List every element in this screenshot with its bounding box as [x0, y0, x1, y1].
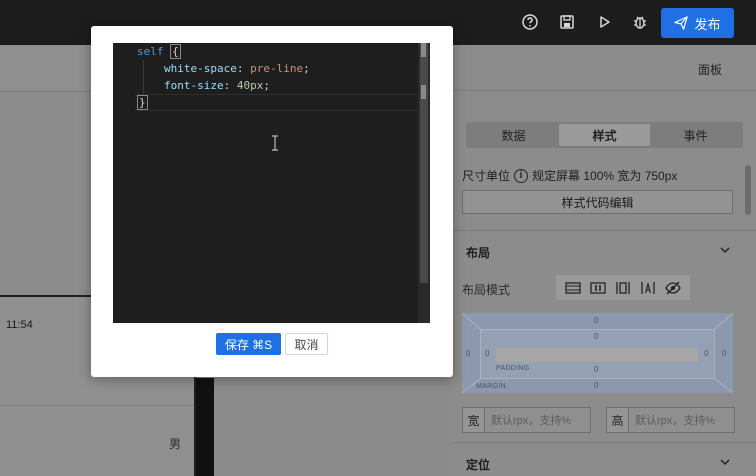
tab-events[interactable]: 事件 — [650, 124, 741, 146]
code-brace-close: } — [137, 95, 148, 110]
padding-bottom-value[interactable]: 0 — [594, 365, 598, 374]
play-icon[interactable] — [594, 12, 614, 32]
layout-section-header[interactable]: 布局 — [452, 230, 756, 270]
layout-mode-selector — [556, 275, 690, 300]
code-val-2: 40px — [236, 79, 264, 92]
bug-icon[interactable] — [630, 12, 650, 32]
margin-label: MARGIN — [476, 383, 506, 390]
style-code-modal: self { white-space: pre-line; font-size:… — [91, 26, 453, 377]
phone-gender-value: 男 — [169, 437, 182, 451]
margin-top-value[interactable]: 0 — [594, 316, 598, 325]
code-line-3: font-size: 40px; — [164, 79, 270, 92]
code-editor[interactable]: self { white-space: pre-line; font-size:… — [113, 43, 430, 323]
code-line-4: } — [137, 94, 148, 111]
hidden-eye-icon[interactable] — [664, 280, 682, 296]
size-unit-label: 尺寸单位 — [462, 169, 511, 183]
code-prop-1: white-space — [164, 62, 237, 75]
style-code-edit-button[interactable]: 样式代码编辑 — [462, 190, 733, 214]
padding-right-value[interactable]: 0 — [704, 349, 708, 358]
indent-guide — [143, 60, 144, 94]
height-label: 高 — [607, 408, 629, 432]
current-line-highlight — [135, 94, 418, 111]
editor-scroll-marker — [421, 85, 426, 99]
code-val-1: pre-line — [250, 62, 304, 75]
flex-column-icon[interactable] — [614, 280, 632, 296]
chevron-down-icon — [720, 247, 730, 254]
help-icon[interactable] — [520, 12, 540, 32]
padding-label: PADDING — [496, 365, 530, 372]
flex-row-icon[interactable] — [589, 280, 607, 296]
padding-left-value[interactable]: 0 — [485, 349, 489, 358]
editor-scrollbar[interactable] — [418, 43, 430, 323]
chevron-down-icon — [720, 459, 730, 466]
width-placeholder: 默认rpx，支持% — [491, 415, 572, 427]
panel-scrollbar[interactable] — [745, 165, 751, 215]
text-cursor-icon — [272, 135, 278, 151]
editor-scroll-marker — [421, 43, 426, 57]
cancel-button[interactable]: 取消 — [285, 333, 328, 355]
publish-button[interactable]: 发布 — [661, 8, 734, 38]
code-selector: self — [137, 45, 164, 58]
size-unit-value: 规定屏幕 100% 宽为 750px — [532, 169, 678, 183]
position-section-title: 定位 — [466, 458, 491, 472]
publish-label: 发布 — [694, 16, 721, 32]
right-properties-panel: 面板 数据 样式 事件 尺寸单位 i 规定屏幕 100% 宽为 750px 样式… — [452, 45, 756, 476]
width-label: 宽 — [463, 408, 485, 432]
info-icon[interactable]: i — [514, 168, 529, 183]
padding-top-value[interactable]: 0 — [594, 332, 598, 341]
height-input[interactable]: 高 默认rpx，支持% — [606, 407, 735, 433]
property-tabs: 数据 样式 事件 — [466, 122, 743, 148]
layout-section-title: 布局 — [466, 246, 491, 260]
save-icon[interactable] — [557, 12, 577, 32]
tab-style[interactable]: 样式 — [559, 124, 650, 146]
panel-label[interactable]: 面板 — [698, 61, 722, 78]
code-brace-open: { — [170, 44, 181, 59]
send-icon — [674, 16, 689, 30]
block-layout-icon[interactable] — [564, 280, 582, 296]
width-input[interactable]: 宽 默认rpx，支持% — [462, 407, 591, 433]
position-section-header[interactable]: 定位 — [452, 442, 756, 476]
margin-right-value[interactable]: 0 — [722, 349, 726, 358]
left-panel — [0, 91, 92, 291]
height-placeholder: 默认rpx，支持% — [635, 415, 716, 427]
code-line-2: white-space: pre-line; — [164, 62, 310, 75]
margin-left-value[interactable]: 0 — [466, 349, 470, 358]
canvas-frame-edge — [196, 378, 214, 476]
layout-mode-label: 布局模式 — [462, 283, 511, 297]
tab-data[interactable]: 数据 — [468, 124, 559, 146]
text-align-icon[interactable] — [639, 280, 657, 296]
margin-bottom-value[interactable]: 0 — [594, 381, 598, 390]
center-canvas — [214, 378, 452, 476]
size-unit-row: 尺寸单位 i 规定屏幕 100% 宽为 750px — [462, 167, 677, 184]
editor-scroll-thumb[interactable] — [420, 43, 428, 283]
phone-divider — [0, 405, 194, 406]
phone-status-time: 11:54 — [6, 319, 33, 331]
save-button[interactable]: 保存 ⌘S — [216, 333, 281, 355]
code-prop-2: font-size — [164, 79, 224, 92]
code-line-1: self { — [137, 43, 181, 60]
panel-header: 面板 — [452, 45, 756, 91]
content-box — [496, 348, 698, 362]
